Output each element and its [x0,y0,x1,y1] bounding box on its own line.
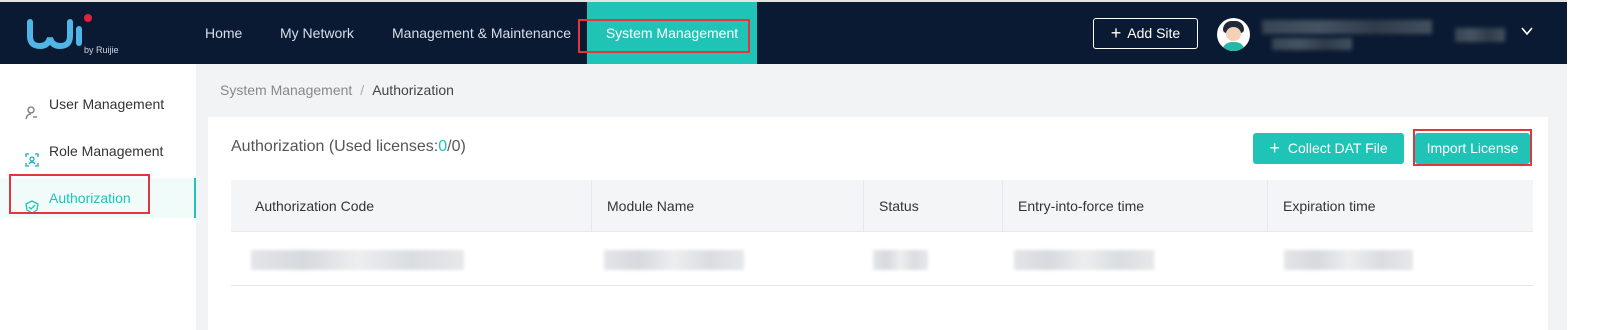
plus-icon: + [1110,23,1122,43]
column-header-status[interactable]: Status [864,180,1003,232]
redacted-expiration-time [1284,250,1413,270]
breadcrumb-parent[interactable]: System Management [220,82,352,98]
column-header-expiration-time[interactable]: Expiration time [1268,180,1533,232]
column-header-authorization-code[interactable]: Authorization Code [231,180,592,232]
plus-icon: + [1269,138,1280,158]
nav-my-network[interactable]: My Network [280,2,354,64]
logo-subtitle: by Ruijie [84,45,119,55]
redacted-authorization-code [251,250,464,270]
nav-system-management-label: System Management [605,25,739,41]
user-icon [24,96,40,120]
title-suffix: ) [460,138,466,155]
chevron-down-icon[interactable] [1520,24,1534,38]
nav-management-maintenance[interactable]: Management & Maintenance [392,2,571,64]
column-header-entry-into-force-time[interactable]: Entry-into-force time [1003,180,1268,232]
add-site-label: Add Site [1127,25,1181,41]
avatar-face [1226,27,1241,41]
avatar-shirt [1222,42,1245,51]
role-icon [24,143,40,167]
sidebar-divider [196,64,204,330]
table-header: Authorization Code Module Name Status En… [231,180,1533,232]
breadcrumb-current: Authorization [372,82,454,98]
sidebar-item-authorization[interactable]: Authorization [0,174,196,218]
top-navigation-bar: by Ruijie Home My Network Management & M… [0,0,1567,64]
nav-system-management[interactable]: System Management [578,2,757,64]
used-licenses-count: 0 [438,138,448,155]
redacted-entry-time [1014,250,1154,270]
collect-dat-file-button[interactable]: + Collect DAT File [1253,133,1404,164]
authorization-icon [24,190,40,214]
redacted-user-detail [1272,38,1352,50]
page-title: Authorization (Used licenses:0/0) [231,138,466,156]
sidebar-item-role-management[interactable]: Role Management [0,131,196,171]
sidebar-item-label: Authorization [49,190,131,206]
logo-mark-icon [26,14,88,57]
breadcrumb-separator: / [360,82,365,98]
ruijie-logo[interactable]: by Ruijie [26,14,126,58]
logo-dot-icon [84,14,92,22]
page-edge [1567,0,1599,330]
redacted-user-extra [1455,28,1505,42]
redacted-module-name [604,250,744,270]
sidebar-item-label: User Management [49,96,165,112]
collect-dat-file-label: Collect DAT File [1287,140,1388,156]
avatar[interactable] [1217,18,1250,51]
import-license-button[interactable]: Import License [1415,133,1530,164]
add-site-button[interactable]: + Add Site [1093,18,1198,49]
sidebar-item-user-management[interactable]: User Management [0,84,196,124]
redacted-username [1262,20,1432,34]
nav-home[interactable]: Home [205,2,242,64]
redacted-status [873,250,928,270]
sidebar: User Management Role Management Authoriz… [0,64,196,330]
sidebar-item-label: Role Management [49,143,164,159]
authorization-table: Authorization Code Module Name Status En… [231,180,1533,286]
breadcrumb: System Management / Authorization [220,80,454,100]
column-header-module-name[interactable]: Module Name [592,180,864,232]
title-prefix: Authorization (Used licenses: [231,138,439,155]
table-row[interactable] [231,233,1533,286]
